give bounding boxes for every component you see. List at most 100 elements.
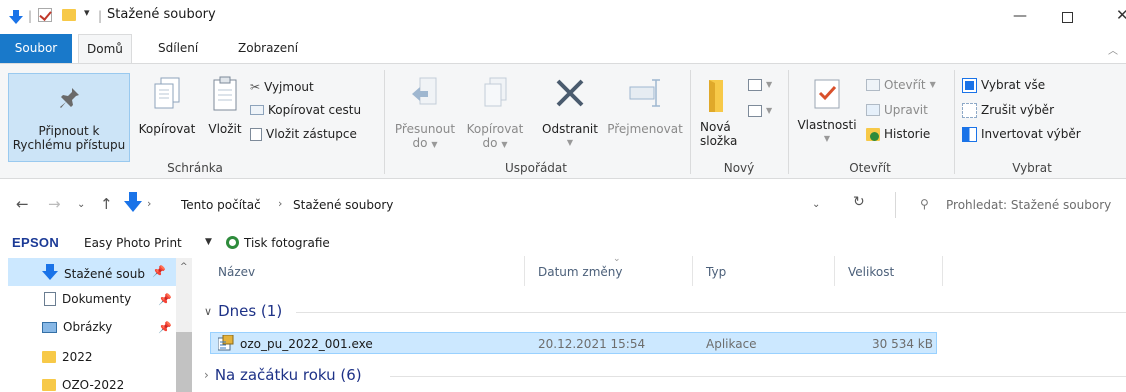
- rename-button[interactable]: Přejmenovat: [606, 76, 684, 136]
- column-header-size[interactable]: Velikost: [848, 265, 894, 279]
- documents-icon: [44, 292, 56, 306]
- pin-to-quick-access-button[interactable]: Připnout k Rychlému přístupu: [8, 73, 130, 162]
- tab-view[interactable]: Zobrazení: [230, 34, 306, 64]
- select-none-button[interactable]: Zrušit výběr: [962, 101, 1054, 119]
- quick-access-separator: |: [28, 9, 33, 23]
- forward-arrow-icon[interactable]: →: [48, 195, 61, 213]
- sidebar-item-2022[interactable]: 2022: [42, 350, 93, 364]
- breadcrumb-separator: ›: [278, 197, 283, 210]
- file-name[interactable]: ozo_pu_2022_001.exe: [240, 337, 373, 351]
- column-header-type[interactable]: Typ: [706, 265, 726, 279]
- sidebar-item-ozo-2022[interactable]: OZO-2022: [42, 378, 124, 392]
- cut-label: Vyjmout: [264, 80, 314, 94]
- tab-share[interactable]: Sdílení: [150, 34, 206, 64]
- group-divider: [788, 70, 789, 174]
- pin-icon: 📌: [158, 321, 172, 334]
- column-divider[interactable]: [524, 256, 525, 286]
- sidebar-item-downloads[interactable]: Stažené soub: [42, 264, 145, 283]
- breadcrumb-downloads[interactable]: Stažené soubory: [293, 198, 393, 212]
- properties-button[interactable]: Vlastnosti ▼: [792, 76, 862, 146]
- invert-selection-button[interactable]: Invertovat výběr: [962, 125, 1081, 143]
- open-button[interactable]: Otevřít ▼: [866, 76, 936, 94]
- new-folder-label-line1: Nová: [700, 120, 731, 134]
- paste-label: Vložit: [208, 122, 242, 136]
- edit-button[interactable]: Upravit: [866, 101, 928, 119]
- easy-photo-print-button[interactable]: Easy Photo Print: [84, 236, 182, 250]
- open-label: Otevřít: [884, 78, 926, 92]
- tab-home[interactable]: Domů: [78, 34, 132, 64]
- up-arrow-icon[interactable]: ↑: [100, 195, 113, 213]
- search-placeholder: Prohledat: Stažené soubory: [946, 198, 1112, 212]
- application-exe-icon: [217, 334, 234, 351]
- column-divider[interactable]: [942, 256, 943, 286]
- paste-shortcut-button[interactable]: Vložit zástupce: [250, 125, 357, 143]
- scissors-icon: ✂: [250, 80, 261, 94]
- nav-scrollbar[interactable]: ^: [176, 258, 192, 392]
- window-title: Stažené soubory: [107, 7, 216, 22]
- print-photos-button[interactable]: Tisk fotografie: [244, 236, 330, 250]
- select-none-label: Zrušit výběr: [981, 103, 1055, 117]
- breadcrumb-separator: ›: [147, 197, 152, 210]
- breadcrumb-this-pc[interactable]: Tento počítač: [181, 198, 261, 212]
- group-header-earlier-this-year[interactable]: › Na začátku roku (6): [204, 366, 362, 384]
- pin-label-line1: Připnout k: [38, 124, 100, 138]
- back-arrow-icon[interactable]: ←: [16, 195, 29, 213]
- folder-icon: [42, 351, 56, 363]
- folder-icon: [709, 80, 723, 112]
- cut-button[interactable]: ✂ Vyjmout: [250, 78, 314, 96]
- navigation-pane: Stažené soub 📌 Dokumenty 📌 Obrázky 📌 202…: [0, 256, 192, 392]
- chevron-down-icon[interactable]: ▼: [205, 237, 212, 247]
- sidebar-item-pictures[interactable]: Obrázky: [42, 320, 112, 334]
- customize-toolbar-icon[interactable]: ▾: [84, 6, 90, 19]
- copy-to-button[interactable]: Kopírovat do ▼: [461, 76, 529, 152]
- easy-access-button[interactable]: ▼: [748, 102, 772, 120]
- maximize-button[interactable]: [1062, 12, 1073, 23]
- column-divider[interactable]: [692, 256, 693, 286]
- copy-button[interactable]: Kopírovat: [134, 76, 200, 136]
- column-divider[interactable]: [834, 256, 835, 286]
- copy-to-label-line2: do: [482, 136, 498, 150]
- ribbon: Připnout k Rychlému přístupu Kopírovat V…: [0, 63, 1126, 179]
- sidebar-item-label: Obrázky: [63, 320, 113, 334]
- group-divider: [690, 70, 691, 174]
- copy-icon: [154, 77, 180, 109]
- group-divider-line: [296, 312, 1126, 313]
- scroll-thumb[interactable]: [176, 332, 192, 392]
- recent-locations-icon[interactable]: ⌄: [77, 199, 85, 210]
- address-row: ← → ⌄ ↑ › Tento počítač › Stažené soubor…: [0, 180, 1126, 228]
- sidebar-item-documents[interactable]: Dokumenty: [44, 292, 131, 306]
- history-button[interactable]: Historie: [866, 125, 930, 143]
- history-label: Historie: [884, 127, 931, 141]
- properties-check-icon[interactable]: [38, 8, 52, 22]
- paste-button[interactable]: Vložit: [204, 76, 246, 136]
- pin-label-line2: Rychlému přístupu: [12, 138, 126, 152]
- column-header-name[interactable]: Název: [218, 265, 255, 279]
- address-bar[interactable]: › Tento počítač › Stažené soubory: [147, 192, 845, 218]
- epson-logo: EPSON: [12, 235, 60, 250]
- open-icon: [866, 79, 880, 91]
- new-folder-button[interactable]: Nová složka: [694, 76, 742, 148]
- delete-button[interactable]: Odstranit ▼: [536, 76, 604, 150]
- move-to-button[interactable]: Přesunout do ▼: [390, 76, 460, 152]
- open-group-label: Otevřít: [849, 161, 891, 175]
- new-item-button[interactable]: ▼: [748, 76, 772, 94]
- copy-path-button[interactable]: Kopírovat cestu: [250, 101, 361, 119]
- search-box[interactable]: ⚲ Prohledat: Stažené soubory: [895, 192, 1126, 218]
- invert-selection-icon: [962, 126, 977, 142]
- address-dropdown-icon[interactable]: ⌄: [812, 199, 820, 210]
- close-button[interactable]: ✕: [1116, 6, 1126, 24]
- scroll-up-icon[interactable]: ^: [180, 262, 188, 272]
- new-folder-icon[interactable]: [62, 9, 76, 21]
- move-to-label-line1: Přesunout: [394, 122, 456, 136]
- copy-label: Kopírovat: [138, 122, 196, 136]
- refresh-icon[interactable]: ↻: [853, 194, 865, 210]
- ribbon-tabs: Soubor Domů Sdílení Zobrazení ︿: [0, 34, 1126, 64]
- group-header-today[interactable]: ∨ Dnes (1): [204, 302, 282, 320]
- tab-file[interactable]: Soubor: [0, 34, 72, 64]
- column-header-date[interactable]: Datum změny: [538, 265, 623, 279]
- minimize-button[interactable]: —: [1013, 8, 1027, 24]
- sidebar-item-label: Stažené soub: [64, 266, 145, 281]
- download-arrow-icon[interactable]: [8, 10, 24, 27]
- select-all-button[interactable]: Vybrat vše: [962, 76, 1045, 94]
- collapse-ribbon-icon[interactable]: ︿: [1108, 42, 1118, 57]
